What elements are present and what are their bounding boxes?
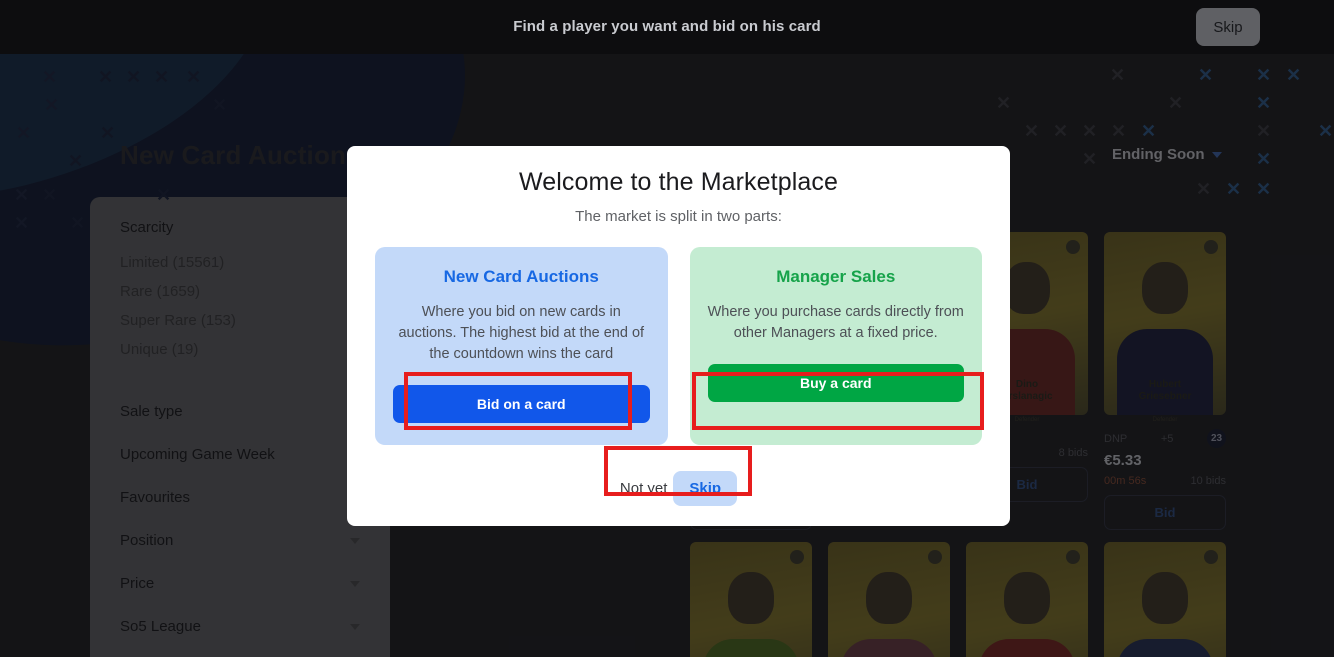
modal-title: Welcome to the Marketplace bbox=[519, 168, 838, 196]
coach-mark-message: Find a player you want and bid on his ca… bbox=[513, 18, 821, 35]
modal-skip-button[interactable]: Skip bbox=[673, 471, 738, 506]
panel-description-manager-sales: Where you purchase cards directly from o… bbox=[707, 304, 964, 341]
panel-new-card-auctions: New Card Auctions Where you bid on new c… bbox=[375, 247, 668, 445]
welcome-modal: Welcome to the Marketplace The market is… bbox=[347, 146, 1010, 526]
not-yet-label: Not yet bbox=[619, 480, 668, 497]
coach-mark-skip-button[interactable]: Skip bbox=[1196, 8, 1260, 46]
modal-footer: Not yet Skip bbox=[375, 471, 982, 506]
panel-description-auctions: Where you bid on new cards in auctions. … bbox=[398, 304, 645, 362]
modal-panels: New Card Auctions Where you bid on new c… bbox=[375, 247, 982, 445]
coach-mark-banner: Find a player you want and bid on his ca… bbox=[0, 0, 1334, 54]
app-root: New Card Auctions Ending Soon Scarcity L… bbox=[0, 0, 1334, 657]
panel-title-manager-sales: Manager Sales bbox=[776, 267, 896, 286]
panel-title-auctions: New Card Auctions bbox=[443, 267, 599, 286]
bid-on-a-card-button[interactable]: Bid on a card bbox=[393, 385, 650, 423]
modal-subtitle: The market is split in two parts: bbox=[575, 208, 782, 225]
buy-a-card-button[interactable]: Buy a card bbox=[707, 364, 964, 402]
panel-manager-sales: Manager Sales Where you purchase cards d… bbox=[689, 247, 982, 445]
